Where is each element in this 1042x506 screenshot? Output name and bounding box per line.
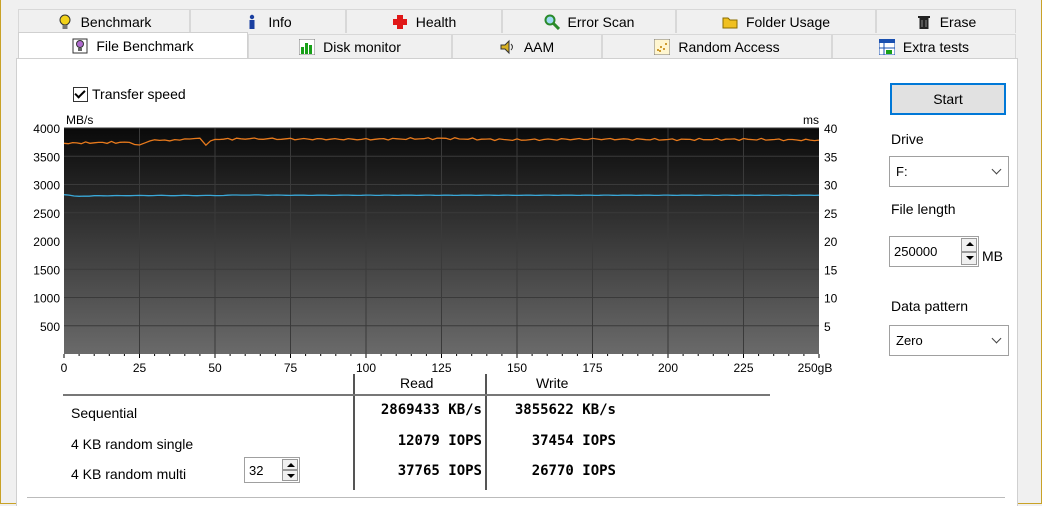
bottom-separator [27, 497, 1005, 498]
random-single-write-value: 37454 IOPS [531, 433, 616, 449]
y-right-tick-label: 30 [824, 179, 838, 193]
queue-depth-value: 32 [249, 462, 264, 478]
data-pattern-select[interactable]: Zero [889, 325, 1009, 356]
x-tick-label: 100 [356, 361, 376, 375]
row-label-sequential: Sequential [71, 405, 138, 421]
x-tick-label: 0 [61, 361, 68, 375]
start-label: Start [933, 91, 963, 107]
y-right-tick-label: 5 [824, 320, 831, 334]
random-multi-write-value: 26770 IOPS [531, 463, 616, 479]
x-tick-label: 150 [507, 361, 527, 375]
y-right-unit: ms [803, 113, 819, 127]
y-left-tick-label: 500 [40, 320, 60, 334]
sequential-read-value: 2869433 KB/s [380, 402, 482, 418]
y-right-tick-label: 10 [824, 292, 838, 306]
spin-up-icon[interactable] [282, 459, 298, 470]
spin-down-icon[interactable] [961, 251, 977, 265]
x-tick-label: 75 [284, 361, 298, 375]
queue-depth-stepper[interactable] [282, 459, 298, 481]
drive-label: Drive [891, 131, 924, 147]
y-left-tick-label: 1000 [33, 292, 60, 306]
random-single-read-value: 12079 IOPS [397, 433, 482, 449]
x-tick-label: 50 [208, 361, 222, 375]
chevron-down-icon [991, 164, 1002, 175]
y-left-tick-label: 2000 [33, 235, 60, 249]
x-tick-label: 200 [658, 361, 678, 375]
file-length-label: File length [891, 201, 956, 217]
results-header-line [63, 394, 770, 396]
transfer-chart: 4000 403500 353000 302500 252000 201500 151000… [33, 113, 838, 375]
y-left-tick-label: 1500 [33, 263, 60, 277]
data-pattern-value: Zero [896, 333, 923, 348]
spin-up-icon[interactable] [961, 238, 977, 252]
queue-depth-input[interactable]: 32 [244, 457, 300, 483]
drive-select[interactable]: F: [889, 156, 1009, 187]
y-right-tick-label: 35 [824, 150, 838, 164]
y-left-tick-label: 3500 [33, 150, 60, 164]
row-label-4kb-single: 4 KB random single [71, 436, 194, 452]
y-left-unit: MB/s [66, 113, 93, 127]
x-tick-label: 250gB [798, 361, 833, 375]
y-right-tick-label: 20 [824, 235, 838, 249]
drive-value: F: [896, 164, 908, 179]
y-right-tick-label: 25 [824, 207, 838, 221]
file-length-value: 250000 [894, 244, 938, 259]
read-header: Read [400, 375, 434, 391]
data-pattern-label: Data pattern [891, 298, 969, 314]
x-tick-label: 225 [733, 361, 753, 375]
file-length-stepper[interactable] [961, 238, 977, 265]
results-divider-left [353, 374, 355, 490]
start-button[interactable]: Start [890, 83, 1006, 115]
x-tick-label: 125 [431, 361, 451, 375]
spin-down-icon[interactable] [282, 470, 298, 481]
write-header: Write [536, 375, 569, 391]
results-divider-mid [485, 374, 487, 490]
x-tick-label: 25 [133, 361, 147, 375]
y-left-tick-label: 4000 [33, 122, 60, 136]
random-multi-read-value: 37765 IOPS [397, 463, 482, 479]
y-left-tick-label: 2500 [33, 207, 60, 221]
row-label-4kb-multi: 4 KB random multi [71, 466, 187, 482]
x-tick-label: 175 [582, 361, 602, 375]
y-left-tick-label: 3000 [33, 179, 60, 193]
y-right-tick-label: 15 [824, 263, 838, 277]
file-length-input[interactable]: 250000 [889, 236, 979, 267]
chevron-down-icon [991, 333, 1002, 344]
y-right-tick-label: 40 [824, 122, 838, 136]
sequential-write-value: 3855622 KB/s [514, 402, 616, 418]
file-length-unit: MB [982, 248, 1003, 264]
